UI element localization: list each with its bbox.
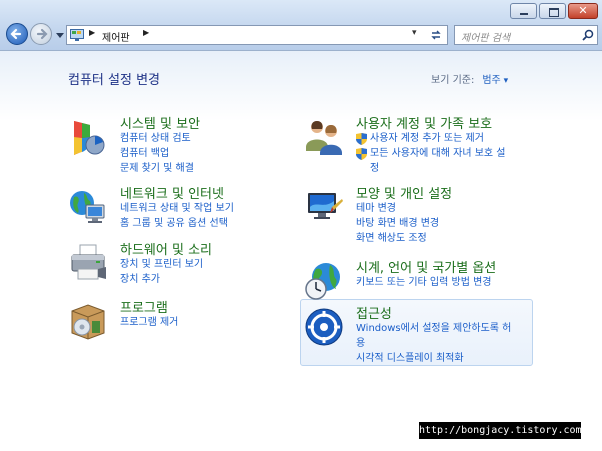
appearance-monitor-icon <box>308 193 343 219</box>
category-title[interactable]: 하드웨어 및 소리 <box>120 239 212 258</box>
recent-pages-dropdown-icon[interactable] <box>56 33 64 39</box>
control-panel-icon <box>70 29 84 41</box>
breadcrumb-control-panel[interactable]: 제어판 <box>102 29 130 44</box>
view-by: 보기 기준: 범주 ▾ <box>431 71 508 86</box>
uac-shield-icon <box>356 133 367 145</box>
link-screen-resolution[interactable]: 화면 해상도 조정 <box>356 231 439 246</box>
search-input[interactable]: 제어판 검색 <box>461 29 510 44</box>
category-title[interactable]: 프로그램 <box>120 297 168 316</box>
link-label[interactable]: 모든 사용자에 대해 자녀 보호 설 <box>370 148 506 159</box>
link-parental-controls-wrap[interactable]: 정 <box>356 161 506 176</box>
clock-globe-icon <box>305 263 340 300</box>
close-icon: ✕ <box>578 4 588 17</box>
refresh-icon[interactable] <box>429 28 443 42</box>
link-troubleshoot[interactable]: 문제 찾기 및 해결 <box>120 161 194 176</box>
category-title[interactable]: 시계, 언어 및 국가별 옵션 <box>356 257 496 276</box>
uac-shield-icon <box>356 148 367 160</box>
system-security-shield-icon <box>74 121 105 155</box>
network-globe-icon <box>70 191 105 223</box>
category-title[interactable]: 시스템 및 보안 <box>120 113 200 132</box>
link-devices-printers[interactable]: 장치 및 프린터 보기 <box>120 257 203 272</box>
link-windows-suggest-settings-wrap[interactable]: 용 <box>356 336 511 351</box>
link-backup[interactable]: 컴퓨터 백업 <box>120 146 194 161</box>
breadcrumb-separator-icon[interactable]: ▶ <box>89 28 95 37</box>
link-optimize-display[interactable]: 시각적 디스플레이 최적화 <box>356 351 511 366</box>
view-by-label: 보기 기준: <box>431 75 475 86</box>
link-add-device[interactable]: 장치 추가 <box>120 272 203 287</box>
view-by-dropdown[interactable]: 범주 <box>482 75 500 86</box>
page-title: 컴퓨터 설정 변경 <box>68 73 160 88</box>
link-review-status[interactable]: 컴퓨터 상태 검토 <box>120 131 194 146</box>
category-title[interactable]: 모양 및 개인 설정 <box>356 183 452 202</box>
category-title[interactable]: 네트워크 및 인터넷 <box>120 183 224 202</box>
maximize-icon <box>549 8 559 17</box>
link-add-remove-user[interactable]: 사용자 계정 추가 또는 제거 <box>356 131 506 146</box>
forward-button[interactable] <box>30 23 52 45</box>
chevron-down-icon[interactable]: ▾ <box>501 76 509 86</box>
link-change-theme[interactable]: 테마 변경 <box>356 201 439 216</box>
link-uninstall-program[interactable]: 프로그램 제거 <box>120 315 178 330</box>
close-button[interactable]: ✕ <box>568 3 598 19</box>
maximize-button[interactable] <box>539 3 566 19</box>
link-change-keyboard[interactable]: 키보드 또는 기타 입력 방법 변경 <box>356 275 492 290</box>
link-windows-suggest-settings[interactable]: Windows에서 설정을 제안하도록 허 <box>356 321 511 336</box>
search-box[interactable]: 제어판 검색 <box>454 25 598 45</box>
category-title[interactable]: 사용자 계정 및 가족 보호 <box>356 113 492 132</box>
search-icon[interactable] <box>582 29 594 41</box>
forward-arrow-icon <box>36 28 48 40</box>
link-label[interactable]: 사용자 계정 추가 또는 제거 <box>370 133 484 144</box>
link-homegroup[interactable]: 홈 그룹 및 공유 옵션 선택 <box>120 216 234 231</box>
programs-box-icon <box>71 304 105 340</box>
back-arrow-icon <box>10 28 22 40</box>
content-area: 컴퓨터 설정 변경 보기 기준: 범주 ▾ 시스템 및 보안 컴퓨터 상태 검토 … <box>0 51 602 451</box>
link-network-status[interactable]: 네트워크 상태 및 작업 보기 <box>120 201 234 216</box>
watermark: http://bongjacy.tistory.com <box>419 422 582 439</box>
breadcrumb-chevron-icon[interactable]: ▶ <box>143 28 149 37</box>
minimize-icon <box>520 13 528 15</box>
address-dropdown-icon[interactable]: ▾ <box>412 28 417 38</box>
address-bar[interactable]: ▶ 제어판 ▶ ▾ <box>66 25 448 45</box>
printer-icon <box>71 244 106 280</box>
minimize-button[interactable] <box>510 3 537 19</box>
back-button[interactable] <box>6 23 28 45</box>
link-desktop-background[interactable]: 바탕 화면 배경 변경 <box>356 216 439 231</box>
window-chrome: ✕ ▶ 제어판 ▶ ▾ 제어판 검색 <box>0 0 602 51</box>
user-accounts-icon <box>306 121 342 155</box>
ease-of-access-icon <box>305 308 343 346</box>
category-title[interactable]: 접근성 <box>356 303 392 322</box>
link-parental-controls[interactable]: 모든 사용자에 대해 자녀 보호 설 <box>356 146 506 161</box>
